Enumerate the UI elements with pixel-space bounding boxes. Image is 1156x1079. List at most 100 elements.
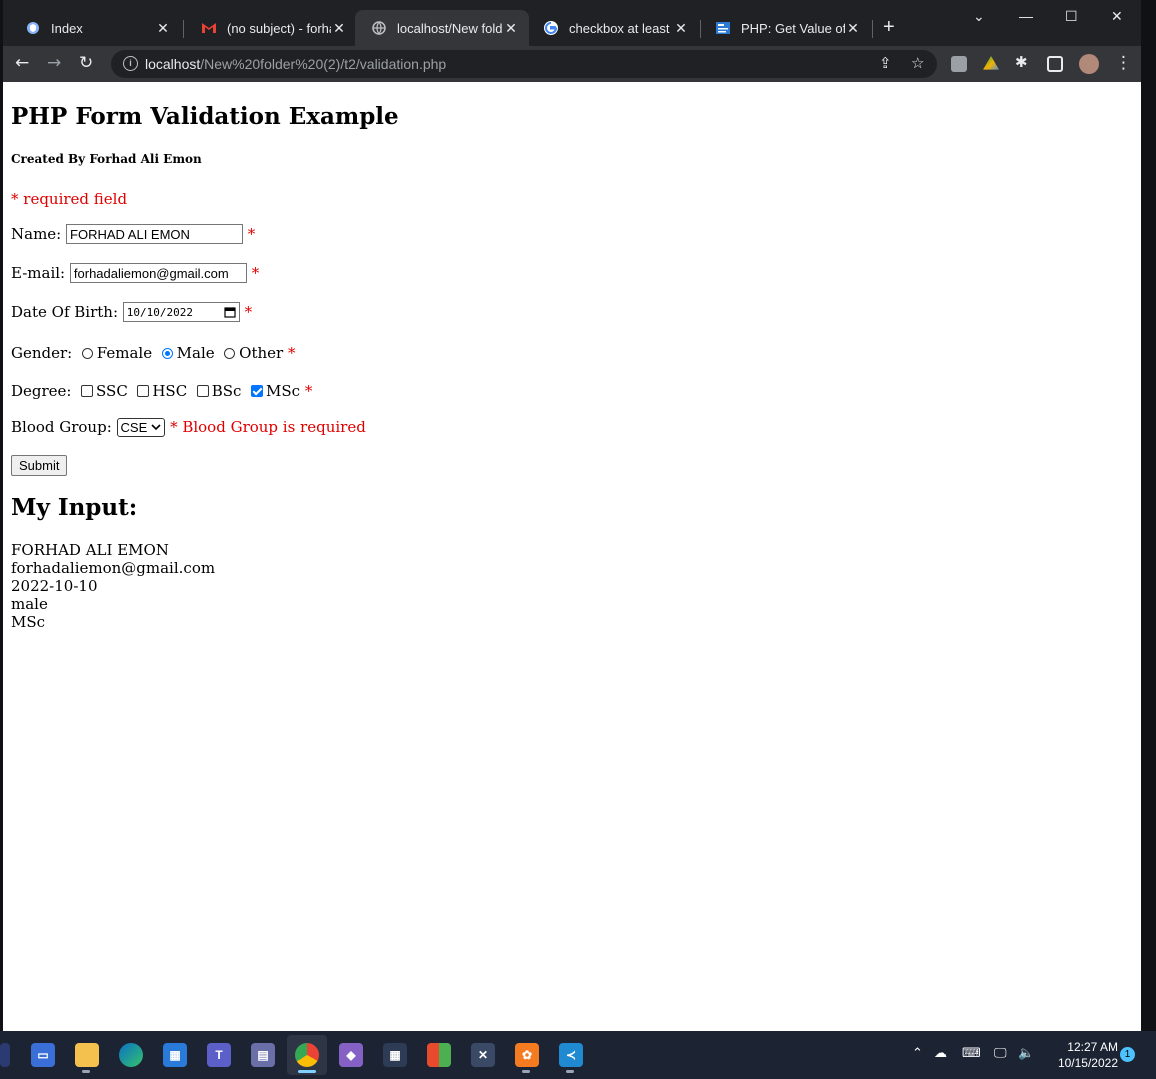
gender-option-label: Other bbox=[239, 344, 284, 362]
tray-chevron-up-icon[interactable]: ⌃ bbox=[912, 1046, 923, 1061]
gender-radio-other[interactable] bbox=[224, 347, 236, 359]
teams-icon[interactable]: T bbox=[207, 1043, 231, 1067]
google-drive-icon[interactable] bbox=[983, 56, 999, 70]
degree-row: Degree: SSC HSC BSc MSc * bbox=[11, 380, 312, 402]
visual-studio-icon[interactable]: ◆ bbox=[339, 1043, 363, 1067]
close-icon[interactable]: ✕ bbox=[673, 20, 689, 37]
output-line: male bbox=[11, 595, 48, 613]
edge-icon[interactable] bbox=[119, 1043, 143, 1067]
tab-strip: Index ✕ (no subject) - forhad ✕ localhos… bbox=[3, 0, 1141, 46]
degree-option-label: BSc bbox=[211, 382, 242, 400]
close-icon[interactable]: ✕ bbox=[503, 20, 519, 37]
url-host: localhost bbox=[145, 56, 201, 72]
notification-badge[interactable]: 1 bbox=[1120, 1047, 1135, 1062]
tab-title: checkbox at least tw bbox=[569, 20, 673, 36]
window-close-icon[interactable]: ✕ bbox=[1111, 8, 1123, 25]
new-tab-plus-icon[interactable]: + bbox=[883, 16, 895, 39]
gender-row: Gender: Female Male Other * bbox=[11, 342, 296, 364]
browser-toolbar: ← → ↻ i localhost/New%20folder%20(2)/t2/… bbox=[3, 46, 1141, 82]
calculator-icon[interactable]: ▤ bbox=[251, 1043, 275, 1067]
close-icon[interactable]: ✕ bbox=[331, 20, 347, 37]
gender-option-label: Female bbox=[96, 344, 153, 362]
site-info-icon[interactable]: i bbox=[123, 56, 138, 71]
blood-group-select[interactable]: CSE bbox=[116, 417, 166, 437]
tab-google[interactable]: checkbox at least tw ✕ bbox=[527, 10, 699, 46]
output-line: FORHAD ALI EMON bbox=[11, 541, 169, 559]
email-row: E-mail: * bbox=[11, 262, 259, 284]
url-path: /New%20folder%20(2)/t2/validation.php bbox=[200, 56, 447, 72]
share-icon[interactable]: ⇪ bbox=[879, 54, 892, 72]
side-panel-icon[interactable] bbox=[1047, 56, 1063, 72]
taskbar-clock[interactable]: 12:27 AM 10/15/2022 bbox=[1040, 1039, 1118, 1071]
network-icon[interactable]: 🖵 bbox=[994, 1046, 1007, 1061]
remote-desktop-icon[interactable]: ▭ bbox=[31, 1043, 55, 1067]
app-icon[interactable] bbox=[0, 1043, 10, 1067]
xampp-icon[interactable]: ✿ bbox=[515, 1043, 539, 1067]
maximize-icon[interactable]: ☐ bbox=[1065, 8, 1078, 25]
output-line: 2022-10-10 bbox=[11, 577, 98, 595]
required-asterisk: * bbox=[288, 344, 296, 362]
menu-kebab-icon[interactable]: ⋮ bbox=[1115, 53, 1132, 73]
address-bar[interactable]: i localhost/New%20folder%20(2)/t2/valida… bbox=[111, 50, 937, 78]
tab-gmail[interactable]: (no subject) - forhad ✕ bbox=[185, 10, 357, 46]
store-icon[interactable]: ▦ bbox=[163, 1043, 187, 1067]
degree-option-label: HSC bbox=[152, 382, 188, 400]
submit-button[interactable]: Submit bbox=[11, 455, 68, 476]
tab-title: localhost/New folde bbox=[397, 20, 503, 36]
running-indicator bbox=[566, 1070, 574, 1073]
chrome-icon[interactable] bbox=[295, 1043, 319, 1067]
volume-icon[interactable]: 🔈 bbox=[1018, 1046, 1034, 1061]
minimize-icon[interactable]: — bbox=[1019, 8, 1033, 24]
tab-divider bbox=[872, 20, 873, 38]
browser-window: Index ✕ (no subject) - forhad ✕ localhos… bbox=[3, 0, 1141, 1031]
calendar-icon[interactable] bbox=[224, 306, 236, 318]
email-label: E-mail: bbox=[11, 264, 66, 282]
dob-date-input[interactable]: 10/10/2022 bbox=[122, 302, 240, 322]
vscode-icon[interactable]: ≺ bbox=[559, 1043, 583, 1067]
chevron-down-icon bbox=[151, 424, 161, 431]
close-icon[interactable]: ✕ bbox=[155, 20, 171, 37]
gender-radio-male[interactable] bbox=[161, 347, 173, 359]
cloud-error-icon[interactable]: ☁ bbox=[934, 1046, 947, 1061]
name-input[interactable] bbox=[66, 224, 244, 244]
running-indicator bbox=[522, 1070, 530, 1073]
tab-search-chevron-icon[interactable]: ⌄ bbox=[973, 8, 985, 25]
tab-php[interactable]: PHP: Get Value of Se ✕ bbox=[699, 10, 871, 46]
dob-value: 10/10/2022 bbox=[126, 305, 194, 319]
google-icon bbox=[543, 20, 559, 36]
output-line: MSc bbox=[11, 613, 46, 631]
reload-icon[interactable]: ↻ bbox=[79, 53, 93, 73]
output-heading: My Input: bbox=[11, 494, 138, 521]
winrar-icon[interactable] bbox=[427, 1043, 451, 1067]
keyboard-icon[interactable]: ⌨ bbox=[962, 1046, 981, 1061]
tab-localhost[interactable]: localhost/New folde ✕ bbox=[355, 10, 529, 46]
name-row: Name: * bbox=[11, 223, 255, 245]
degree-checkbox-hsc[interactable] bbox=[137, 385, 150, 397]
clock-date: 10/15/2022 bbox=[1057, 1056, 1118, 1070]
close-icon[interactable]: ✕ bbox=[845, 20, 861, 37]
page-subtitle: Created By Forhad Ali Emon bbox=[11, 152, 202, 166]
degree-checkbox-bsc[interactable] bbox=[196, 385, 209, 397]
back-arrow-icon[interactable]: ← bbox=[15, 53, 29, 73]
required-note: * required field bbox=[11, 190, 128, 208]
avatar[interactable] bbox=[1079, 54, 1099, 74]
degree-checkbox-ssc[interactable] bbox=[81, 385, 94, 397]
name-label: Name: bbox=[11, 225, 62, 243]
extensions-puzzle-icon[interactable]: ✱ bbox=[1015, 53, 1028, 71]
tab-index[interactable]: Index ✕ bbox=[9, 10, 181, 46]
required-asterisk: * bbox=[247, 225, 256, 243]
forward-arrow-icon[interactable]: → bbox=[47, 53, 61, 73]
file-explorer-icon[interactable] bbox=[75, 1043, 99, 1067]
extension-icon[interactable] bbox=[951, 56, 967, 72]
email-input[interactable] bbox=[69, 263, 247, 283]
doc-icon bbox=[715, 20, 731, 36]
gender-radio-female[interactable] bbox=[81, 347, 93, 359]
gender-option-label: Male bbox=[176, 344, 215, 362]
tools-icon[interactable]: ✕ bbox=[471, 1043, 495, 1067]
degree-checkbox-msc[interactable] bbox=[250, 385, 263, 397]
calendar-app-icon[interactable]: ▦ bbox=[383, 1043, 407, 1067]
gmail-icon bbox=[201, 20, 217, 36]
bookmark-star-icon[interactable]: ☆ bbox=[911, 54, 924, 72]
globe-icon bbox=[371, 20, 387, 36]
running-indicator bbox=[82, 1070, 90, 1073]
